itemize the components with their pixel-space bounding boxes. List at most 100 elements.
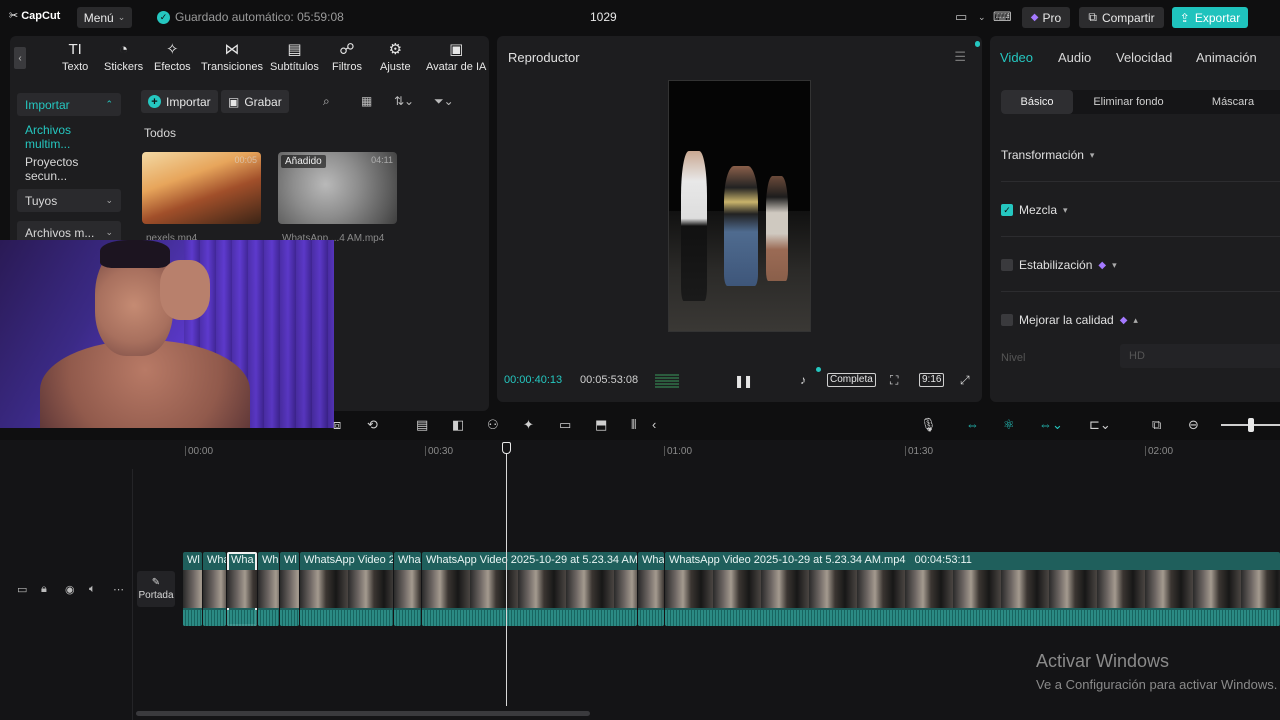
project-title[interactable]: 1029 <box>590 10 617 24</box>
level-select[interactable]: HD <box>1120 344 1280 368</box>
tab-video[interactable]: Video <box>1000 50 1033 65</box>
search-icon[interactable]: ⌕ <box>323 94 330 109</box>
timeline-toolbar: ⧈ ⟲ ▤ ◧ ⚇ ✦ ▭ ⬒ ⫴ ‹ 🎙 ⇔ ⚛ ⇔⌄ ⊏⌄ ⧉ ⊖ <box>0 410 1280 440</box>
edit-icon[interactable]: ▤ <box>416 417 428 433</box>
tab-speed[interactable]: Velocidad <box>1116 50 1172 65</box>
menu-button[interactable]: Menú ⌄ <box>77 7 132 28</box>
timeline-clip[interactable]: Wl <box>183 552 202 626</box>
more-options-icon[interactable]: ⋯ <box>113 583 124 596</box>
magnet-icon[interactable]: ⚛ <box>1003 417 1015 433</box>
collapse-toolbar-icon[interactable]: ‹ <box>652 417 656 432</box>
timeline-clip-selected[interactable]: Wha <box>227 552 257 626</box>
timeline-clip[interactable]: WhatsApp Video 2025-10-29 at 5.23.34 AM.… <box>665 552 1280 626</box>
timeline-scrollbar[interactable] <box>136 711 590 716</box>
subtab-mask[interactable]: Máscara <box>1193 90 1273 114</box>
speaker-icon[interactable]: 🔈︎ <box>89 583 96 596</box>
video-preview[interactable] <box>668 80 811 332</box>
export-button[interactable]: ⇪ Exportar <box>1172 7 1248 28</box>
divider <box>1001 291 1280 292</box>
section-stabilization[interactable]: Estabilización ◆ ▾ <box>1001 258 1117 272</box>
top-bar: ✂ CapCut Menú ⌄ ✓ Guardado automático: 0… <box>0 0 1280 34</box>
tool-filters[interactable]: ☍ Filtros <box>332 42 362 74</box>
snap-icon[interactable]: ⇔⌄ <box>1039 417 1063 433</box>
cover-button[interactable]: ✎ Portada <box>137 571 175 607</box>
pause-icon[interactable]: ❚❚ <box>734 374 753 388</box>
checkbox-checked[interactable]: ✓ <box>1001 204 1013 216</box>
mirror-icon[interactable]: ◧ <box>452 417 464 433</box>
timeline-clip[interactable]: Wha <box>394 552 421 626</box>
tool-ai-avatar[interactable]: ▣ Avatar de IA <box>426 42 486 74</box>
person-cutout-icon[interactable]: ⚇ <box>487 417 499 433</box>
checkbox[interactable] <box>1001 259 1013 271</box>
layout-chevron-icon[interactable]: ⌄ <box>978 12 986 23</box>
sidebar-media-files[interactable]: Archivos multim... <box>17 123 121 151</box>
preview-axis-icon[interactable]: ⊏⌄ <box>1089 417 1111 433</box>
record-button[interactable]: ▣ Grabar <box>221 90 289 113</box>
section-enhance[interactable]: Mejorar la calidad ◆ ▴ <box>1001 313 1138 327</box>
timeline-clip[interactable]: Wha <box>638 552 664 626</box>
tool-subtitles[interactable]: ▤ Subtítulos <box>270 42 319 74</box>
sidebar-import[interactable]: Importar ⌃ <box>17 93 121 116</box>
split-icon[interactable]: ⫴ <box>631 417 636 433</box>
microphone-icon[interactable]: 🎙 <box>920 417 937 433</box>
eye-icon[interactable]: ◉ <box>65 583 75 596</box>
export-frame-icon[interactable]: ⬒ <box>595 417 607 433</box>
timeline-clip[interactable]: WhatsApp Video 2 <box>300 552 393 626</box>
grid-view-icon[interactable]: ▦ <box>361 94 372 108</box>
share-button[interactable]: ⧉ Compartir <box>1079 7 1164 28</box>
hd-icon[interactable]: ▭ <box>559 417 571 433</box>
media-thumbnail[interactable]: 00:05 <box>142 152 261 224</box>
motion-icon[interactable]: ⟲ <box>367 417 378 433</box>
media-thumbnail[interactable]: Añadido 04:11 <box>278 152 397 224</box>
tab-audio[interactable]: Audio <box>1058 50 1091 65</box>
magic-wand-icon[interactable]: ✦ <box>523 417 534 433</box>
keyboard-icon[interactable]: ⌨ <box>993 9 1012 25</box>
section-transform[interactable]: Transformación ▾ <box>1001 148 1094 162</box>
timeline-clip[interactable]: Wha <box>203 552 226 626</box>
aspect-ratio-button[interactable]: 9:16 <box>919 373 945 387</box>
ruler-label: 01:30 <box>908 446 934 457</box>
ruler-tick <box>905 446 906 456</box>
subtab-remove-bg[interactable]: Eliminar fondo <box>1081 90 1176 114</box>
hamburger-menu-icon[interactable]: ☰ <box>954 49 966 65</box>
tool-effects[interactable]: ✧ Efectos <box>154 42 191 74</box>
clip-duration: 00:04:53:11 <box>914 554 972 566</box>
sidebar-yours[interactable]: Tuyos ⌄ <box>17 189 121 212</box>
diamond-icon: ◆ <box>1119 314 1128 326</box>
clip-waveform <box>665 610 1280 626</box>
layout-icon[interactable]: ▭ <box>955 9 967 25</box>
sort-icon[interactable]: ⇅⌄ <box>394 94 414 108</box>
lock-icon[interactable]: 🔒︎ <box>41 583 47 596</box>
windows-activation-title: Activar Windows <box>1036 651 1170 671</box>
crop-icon[interactable]: ⧈ <box>333 417 341 433</box>
tool-stickers[interactable]: ◔ Stickers <box>104 42 143 74</box>
checkbox[interactable] <box>1001 314 1013 326</box>
filter-funnel-icon[interactable]: ⏷⌄ <box>434 94 454 109</box>
tool-transitions[interactable]: ⋈ Transiciones <box>201 42 263 74</box>
tool-adjust[interactable]: ⚙ Ajuste <box>380 42 411 74</box>
zoom-frame-icon[interactable]: ⛶ <box>890 373 898 388</box>
zoom-out-icon[interactable]: ⊖ <box>1188 417 1199 433</box>
pro-button[interactable]: ◆ Pro <box>1022 7 1070 28</box>
tiktok-icon[interactable]: ♪ <box>800 373 806 387</box>
import-button[interactable]: + Importar <box>141 90 218 113</box>
fullscreen-icon[interactable]: ⤢ <box>960 373 970 388</box>
zoom-slider-handle[interactable] <box>1248 418 1254 432</box>
subtab-basic[interactable]: Básico <box>1001 90 1073 114</box>
link-icon[interactable]: ⇔ <box>966 417 979 432</box>
ruler-tick <box>664 446 665 456</box>
full-quality-button[interactable]: Completa <box>827 373 876 387</box>
fit-timeline-icon[interactable]: ⧉ <box>1152 417 1161 433</box>
clip-waveform <box>280 610 299 626</box>
section-blend[interactable]: ✓ Mezcla ▾ <box>1001 203 1068 217</box>
playhead-handle[interactable] <box>502 442 511 454</box>
timeline-clip[interactable]: WhatsApp Video 2025-10-29 at 5.23.34 AM.… <box>422 552 637 626</box>
timeline-clip[interactable]: Wl <box>280 552 299 626</box>
timeline-clip[interactable]: Wh <box>258 552 279 626</box>
playhead[interactable] <box>506 452 507 706</box>
sidebar-secondary-projects[interactable]: Proyectos secun... <box>17 155 121 183</box>
track-cover-icon[interactable]: ▭ <box>17 583 27 596</box>
collapse-panel-button[interactable]: ‹ <box>14 47 26 69</box>
tool-text[interactable]: TI Texto <box>62 42 88 74</box>
tab-animation[interactable]: Animación <box>1196 50 1257 65</box>
